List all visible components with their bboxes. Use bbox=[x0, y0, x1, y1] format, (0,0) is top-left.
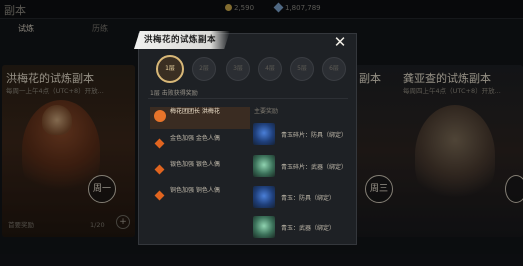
weapon-shard-icon bbox=[253, 155, 275, 177]
divider bbox=[148, 98, 348, 99]
stage-selector: 1层 2层 3层 4层 5层 6层 bbox=[154, 55, 354, 83]
enemy-boss[interactable]: 梅花团团长 洪梅花 bbox=[150, 107, 250, 129]
reward-item[interactable]: 青玉：防具（绑定） bbox=[253, 186, 348, 210]
reward-item[interactable]: 青玉：武器（绑定） bbox=[253, 216, 348, 240]
stage-5-button[interactable]: 5层 bbox=[290, 57, 314, 81]
reward-item[interactable]: 青玉碎片：防具（绑定） bbox=[253, 123, 348, 147]
diamond-icon bbox=[154, 138, 165, 149]
modal-title: 洪梅花的试炼副本 bbox=[134, 31, 230, 49]
armor-shard-icon bbox=[253, 123, 275, 145]
weapon-gem-icon bbox=[253, 216, 275, 238]
stage-6-button[interactable]: 6层 bbox=[322, 57, 346, 81]
enemy-bronze[interactable]: 铜色加强 铜色人偶 bbox=[150, 186, 250, 208]
stage-2-button[interactable]: 2层 bbox=[192, 57, 216, 81]
enemy-silver[interactable]: 银色加强 银色人偶 bbox=[150, 160, 250, 182]
stage-3-button[interactable]: 3层 bbox=[226, 57, 250, 81]
stage-4-button[interactable]: 4层 bbox=[258, 57, 282, 81]
diamond-icon bbox=[154, 190, 165, 201]
diamond-icon bbox=[154, 164, 165, 175]
enemy-gold[interactable]: 金色加强 金色人偶 bbox=[150, 134, 250, 156]
rewards-label: 主要奖励 bbox=[254, 108, 279, 115]
stage-caption: 1层 击败获得奖励 bbox=[150, 90, 198, 97]
boss-icon bbox=[154, 110, 166, 122]
close-icon[interactable]: ✕ bbox=[332, 34, 348, 50]
stage-1-button[interactable]: 1层 bbox=[156, 55, 184, 83]
reward-item[interactable]: 青玉碎片：武器（绑定） bbox=[253, 155, 348, 179]
armor-gem-icon bbox=[253, 186, 275, 208]
